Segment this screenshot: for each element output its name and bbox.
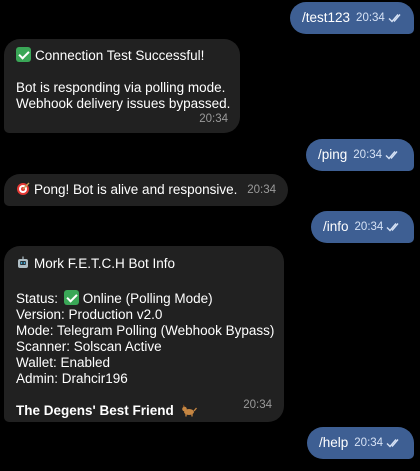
status-line: Status: Online (Polling Mode) [16, 290, 272, 307]
info-line: Mode: Telegram Polling (Webhook Bypass) [16, 323, 275, 338]
info-line: Scanner: Solscan Active [16, 339, 162, 354]
message-text: /info [323, 219, 349, 234]
message-time: 20:34 [353, 149, 383, 161]
footer-line: The Degens' Best Friend [16, 403, 272, 421]
message-title: Mork F.E.T.C.H Bot Info [34, 256, 176, 271]
status-label: Status: [16, 291, 59, 306]
chat-history: /test123 20:34 Connection Test Successfu… [0, 0, 420, 471]
message-time: 20:34 [243, 399, 272, 411]
incoming-message[interactable]: Connection Test Successful! Bot is respo… [4, 39, 240, 133]
message-time: 20:34 [247, 184, 276, 196]
incoming-message[interactable]: Mork F.E.T.C.H Bot Info Status: Online (… [4, 246, 284, 422]
check-mark-emoji-icon [16, 47, 31, 62]
message-text: Pong! Bot is alive and responsive. [34, 182, 238, 197]
outgoing-message[interactable]: /test123 20:34 [290, 2, 414, 34]
double-check-icon [388, 13, 404, 23]
double-check-icon [386, 438, 402, 448]
message-time: 20:34 [354, 437, 384, 449]
double-check-icon [385, 150, 401, 160]
message-time: 20:34 [199, 113, 228, 125]
outgoing-message[interactable]: /help 20:34 [307, 427, 414, 459]
message-line: Webhook delivery issues bypassed. [16, 96, 231, 111]
info-line: Admin: Drahcir196 [16, 371, 128, 386]
dog-emoji-icon [181, 404, 197, 421]
status-value: Online (Polling Mode) [82, 291, 213, 306]
incoming-message[interactable]: Pong! Bot is alive and responsive. 20:34 [4, 174, 288, 206]
info-line: Wallet: Enabled [16, 355, 111, 370]
robot-emoji-icon [16, 256, 30, 274]
message-text: /test123 [302, 10, 351, 25]
message-line: Bot is responding via polling mode. [16, 80, 226, 95]
message-text-line: Pong! Bot is alive and responsive. [16, 182, 276, 200]
message-time: 20:34 [354, 221, 384, 233]
message-text: /help [319, 435, 349, 450]
outgoing-message[interactable]: /info 20:34 [311, 211, 414, 243]
info-line: Version: Production v2.0 [16, 307, 163, 322]
check-mark-emoji-icon [63, 290, 79, 305]
message-title-line: Mork F.E.T.C.H Bot Info [16, 256, 272, 274]
outgoing-message[interactable]: /ping 20:34 [306, 139, 414, 171]
double-check-icon [386, 222, 402, 232]
message-time: 20:34 [356, 12, 385, 24]
message-title: Connection Test Successful! [35, 48, 205, 63]
message-text: /ping [318, 147, 348, 162]
target-emoji-icon [16, 182, 30, 200]
message-footer: The Degens' Best Friend [16, 403, 174, 418]
message-title-line: Connection Test Successful! [16, 47, 228, 64]
